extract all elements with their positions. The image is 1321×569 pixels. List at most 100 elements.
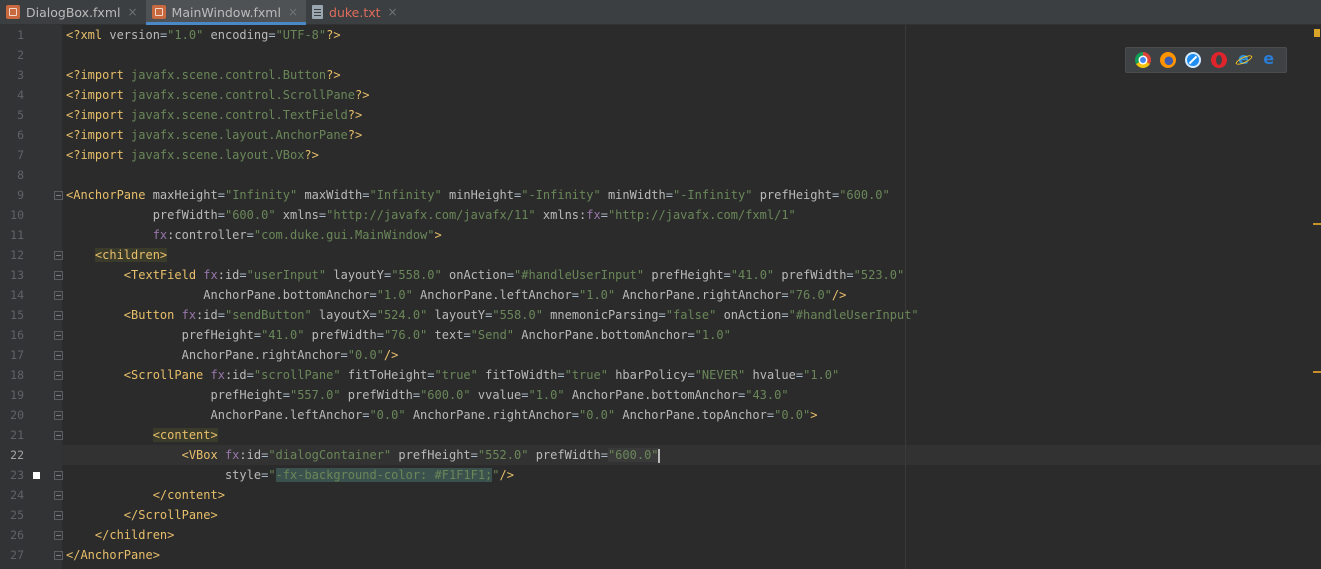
tab-label: duke.txt <box>329 4 381 20</box>
close-icon[interactable]: × <box>127 5 137 19</box>
code-token: "com.duke.gui.MainWindow" <box>253 228 435 242</box>
line-number[interactable]: 23 <box>0 465 24 485</box>
line-number[interactable]: 2 <box>0 45 24 65</box>
code-lines[interactable]: <?xml version="1.0" encoding="UTF-8"?> <?… <box>66 25 919 565</box>
error-stripe[interactable] <box>1313 25 1321 569</box>
code-line[interactable]: <VBox fx:id = "dialogContainer" prefHeight… <box>66 445 919 465</box>
line-number[interactable]: 1 <box>0 25 24 45</box>
line-number-gutter[interactable]: 1 2 3 4 5 6 7 8 9 10 11 12 13 14 15 16 17 18 19 20 21 22 23 24 2… <box>0 25 83 569</box>
line-number[interactable]: 5 <box>0 105 24 125</box>
line-number[interactable]: 10 <box>0 205 24 225</box>
line-number[interactable]: 18 <box>0 365 24 385</box>
code-line[interactable]: </ScrollPane> <box>66 505 919 525</box>
code-line[interactable]: <?import javafx.scene.control.Button?> <box>66 65 919 85</box>
code-token: "1.0" <box>694 328 731 342</box>
code-line[interactable]: <?import javafx.scene.layout.VBox?> <box>66 145 919 165</box>
code-line[interactable]: <content> <box>66 425 919 445</box>
code-line[interactable]: <?import javafx.scene.control.ScrollPane… <box>66 85 919 105</box>
code-token: </content> <box>152 488 225 502</box>
code-token: AnchorPane.rightAnchor <box>181 348 341 362</box>
code-token: = <box>217 188 225 202</box>
line-number[interactable]: 7 <box>0 145 24 165</box>
code-editor[interactable]: <?xml version="1.0" encoding="UTF-8"?> <?… <box>62 25 1321 569</box>
code-token: :id <box>224 368 247 382</box>
close-icon[interactable]: × <box>388 5 398 19</box>
inspection-status-icon[interactable] <box>1314 29 1320 37</box>
internet-explorer-icon[interactable] <box>1236 49 1252 68</box>
editor-tab[interactable]: duke.txt × <box>306 0 406 24</box>
line-number[interactable]: 21 <box>0 425 24 445</box>
close-icon[interactable]: × <box>288 5 298 19</box>
line-number[interactable]: 3 <box>0 65 24 85</box>
line-number[interactable]: 13 <box>0 265 24 285</box>
code-line[interactable]: </AnchorPane> <box>66 545 919 565</box>
line-number[interactable]: 6 <box>0 125 24 145</box>
line-number[interactable]: 8 <box>0 165 24 185</box>
code-line[interactable]: </content> <box>66 485 919 505</box>
opera-icon[interactable] <box>1210 52 1227 68</box>
code-token: = <box>506 268 515 282</box>
code-line[interactable]: <?import javafx.scene.control.TextField?… <box>66 105 919 125</box>
code-line[interactable]: AnchorPane.leftAnchor="0.0" AnchorPane.r… <box>66 405 919 425</box>
code-token: minWidth <box>607 188 666 202</box>
line-number[interactable]: 4 <box>0 85 24 105</box>
code-line[interactable]: <?import javafx.scene.layout.AnchorPane?… <box>66 125 919 145</box>
code-line[interactable]: <?xml version="1.0" encoding="UTF-8"?> <box>66 25 919 45</box>
code-line[interactable]: prefHeight="41.0" prefWidth="76.0" text=… <box>66 325 919 345</box>
chrome-icon[interactable] <box>1134 52 1151 68</box>
line-number[interactable]: 17 <box>0 345 24 365</box>
code-token: = <box>846 268 854 282</box>
edge-icon[interactable] <box>1261 49 1277 68</box>
code-line[interactable]: <children> <box>66 245 919 265</box>
code-token: "600.0" <box>607 448 659 462</box>
code-token: fx <box>203 268 218 282</box>
code-token: </AnchorPane> <box>66 548 160 562</box>
editor-tab[interactable]: DialogBox.fxml × <box>0 0 146 24</box>
safari-icon[interactable] <box>1185 52 1202 68</box>
line-number[interactable]: 22 <box>0 445 24 465</box>
bookmark-icon[interactable] <box>33 472 40 479</box>
code-token: text <box>434 328 464 342</box>
code-line[interactable]: </children> <box>66 525 919 545</box>
line-number[interactable]: 26 <box>0 525 24 545</box>
code-line[interactable]: <Button fx:id="sendButton" layoutX="524.… <box>66 305 919 325</box>
line-number[interactable]: 9 <box>0 185 24 205</box>
warning-marker[interactable] <box>1313 223 1321 225</box>
code-line[interactable] <box>66 165 919 185</box>
line-number[interactable]: 27 <box>0 545 24 565</box>
line-number[interactable]: 25 <box>0 505 24 525</box>
code-line[interactable]: <AnchorPane maxHeight="Infinity" maxWidt… <box>66 185 919 205</box>
code-line[interactable]: prefHeight="557.0" prefWidth="600.0" vva… <box>66 385 919 405</box>
line-number[interactable]: 14 <box>0 285 24 305</box>
firefox-icon[interactable] <box>1159 52 1176 68</box>
line-number[interactable]: 24 <box>0 485 24 505</box>
code-line[interactable]: <TextField fx:id="userInput" layoutY="55… <box>66 265 919 285</box>
code-token: <TextField <box>123 268 204 282</box>
code-line[interactable]: fx:controller="com.duke.gui.MainWindow"> <box>66 225 919 245</box>
code-token: = <box>282 388 290 402</box>
code-line[interactable] <box>66 45 919 65</box>
line-number[interactable]: 19 <box>0 385 24 405</box>
editor-tab[interactable]: MainWindow.fxml × <box>145 0 307 25</box>
code-line[interactable]: prefWidth="600.0" xmlns="http://javafx.c… <box>66 205 919 225</box>
code-line[interactable]: AnchorPane.bottomAnchor="1.0" AnchorPane… <box>66 285 919 305</box>
line-number[interactable]: 12 <box>0 245 24 265</box>
code-line[interactable]: AnchorPane.rightAnchor="0.0"/> <box>66 345 919 365</box>
line-number[interactable]: 11 <box>0 225 24 245</box>
warning-marker[interactable] <box>1313 371 1321 373</box>
code-token: ?> <box>347 128 363 142</box>
code-token: AnchorPane.rightAnchor <box>412 408 572 422</box>
line-number[interactable]: 16 <box>0 325 24 345</box>
code-line[interactable]: style="-fx-background-color: #F1F1F1;"/> <box>66 465 919 485</box>
text-file-icon <box>312 5 324 19</box>
code-line[interactable]: <ScrollPane fx:id="scrollPane" fitToHeig… <box>66 365 919 385</box>
code-token: "0.0" <box>347 348 384 362</box>
line-number[interactable]: 15 <box>0 305 24 325</box>
line-number[interactable]: 20 <box>0 405 24 425</box>
